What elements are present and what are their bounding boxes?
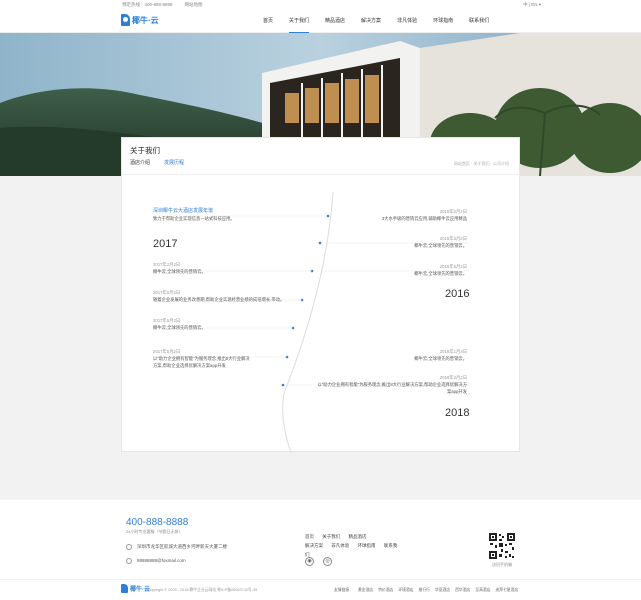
footer-hours: 24小时专业客服（节假日无休） [126,529,183,534]
timeline-event-right-4: 2018年1月3日 椰牛云,全球领先的营销云。 [347,348,467,362]
footer-link-solutions[interactable]: 解决方案 [305,543,323,548]
friend-links-label: 友情链接： [334,588,353,592]
event-text: 椰牛云,全球领先的营销云。 [414,243,467,248]
site-header: 椰牛·云 首页 关于我们 精品酒店 解决方案 非凡体验 环球指南 联系我们 [0,10,641,33]
footer-link-about[interactable]: 关于我们 [322,534,340,539]
logo-text: 椰牛·云 [132,15,159,25]
friend-link[interactable]: 西华酒店 [455,588,470,593]
email-text[interactable]: 88888888@foxmail.com [137,558,186,563]
nav-experience[interactable]: 非凡体验 [397,10,417,33]
location-icon [126,544,132,550]
year-2017: 2017 [153,238,178,250]
timeline-event-left-5: 2017年5月2日 以“助力企业拥有智能”为服务理念,推出8大行业解决方案,帮助… [153,348,253,369]
event-date: 2017年2月2日 [153,262,181,267]
friend-link[interactable]: 环境酒店 [398,588,413,593]
nav-contact[interactable]: 联系我们 [469,10,489,33]
weibo-icon[interactable]: ◉ [305,557,314,566]
nav-home[interactable]: 首页 [263,10,273,33]
tab-history[interactable]: 发展历程 [164,159,184,166]
footer-link-hotels[interactable]: 精品酒店 [349,534,367,539]
nav-guide[interactable]: 环球指南 [433,10,453,33]
event-text: 椰牛云,全球领先的营销云。 [153,325,206,330]
event-text: 致力于帮助企业实现信息一站式科技应用。 [153,216,235,221]
content-panel: 关于我们 酒店介绍 发展历程 网站首页 · 关于我们 · 公司介绍 深圳椰牛云大… [121,137,521,453]
timeline-event-left-2: 2017年2月2日 椰牛云,全球领先的营销云。 [153,261,283,275]
mail-icon [126,558,132,564]
wechat-icon[interactable]: ◎ [323,557,332,566]
logo-icon [121,584,128,593]
language-switch[interactable]: 中 | EN ▾ [523,2,541,8]
event-text: 以“助力企业拥有智能”为服务理念,推出8大行业解决方案,帮助企业选择优解决方案a… [317,382,467,394]
timeline-event-right-1: 2016年2月2日 3大水手级的营销云应用,辅助椰牛云应用精品 [347,208,467,222]
footer-address: 深圳市龙华区航城大道西乡河畔新天大厦二楼 [126,544,227,550]
event-text: 椰牛云,全球领先的营销云。 [414,356,467,361]
social-links: ◉ ◎ [305,557,341,566]
site-footer: 400-888-8888 24小时专业客服（节假日无休） 深圳市龙华区航城大道西… [0,500,641,579]
top-bar: 预定热线：400-888-8888 网站地图 中 | EN ▾ [0,0,641,10]
timeline-event-left-1: 深圳椰牛云大酒店发展年谱 致力于帮助企业实现信息一站式科技应用。 [153,208,273,222]
timeline-heading: 深圳椰牛云大酒店发展年谱 [153,208,214,214]
nav-about[interactable]: 关于我们 [289,10,310,33]
page-title: 关于我们 [130,146,160,155]
year-2016: 2016 [445,288,470,300]
footer-links: 首页 关于我们 精品酒店 解决方案 非凡体验 环球指南 联系我们 [305,532,405,559]
address-text: 深圳市龙华区航城大道西乡河畔新天大厦二楼 [137,544,227,550]
footer-phone: 400-888-8888 [126,517,189,528]
logo-icon [121,14,130,26]
friend-link[interactable]: 迪拜七星酒店 [496,588,519,593]
footer-logo[interactable]: 椰牛·云 [121,584,150,593]
timeline-event-right-5: 2018年2月2日 以“助力企业拥有智能”为服务理念,推出8大行业解决方案,帮助… [317,374,467,395]
event-date: 2016年5月2日 [439,264,467,269]
qr-code-image [489,533,515,559]
event-date: 2016年5月2日 [439,236,467,241]
footer-email: 88888888@foxmail.com [126,558,186,564]
timeline-event-right-2: 2016年5月2日 椰牛云,全球领先的营销云。 [347,235,467,249]
event-text: 椰牛云,全球领先的营销云。 [153,269,206,274]
event-date: 2017年5月2日 [153,349,181,354]
event-text: 椰牛云,全球领先的营销云。 [414,271,467,276]
event-text: 以“助力企业拥有智能”为服务理念,推出8大行业解决方案,帮助企业选择优解决方案a… [153,356,250,368]
event-text: 3大水手级的营销云应用,辅助椰牛云应用精品 [381,216,467,221]
site-logo[interactable]: 椰牛·云 [121,14,159,26]
timeline-event-left-4: 2017年5月2日 椰牛云,全球领先的营销云。 [153,317,283,331]
friend-link[interactable]: 至高酒店 [475,588,490,593]
event-text: 随着企业发展的业务改善期,帮助企业实现经营业绩的成倍增长,带动。 [153,297,285,302]
subnav-tabs: 酒店介绍 发展历程 [130,159,198,166]
main-nav: 首页 关于我们 精品酒店 解决方案 非凡体验 环球指南 联系我们 [263,10,505,33]
event-date: 2017年5月2日 [153,318,181,323]
qr-label: 访问手机端 [492,562,512,567]
friend-link[interactable]: 特价酒店 [378,588,393,593]
friend-links: 友情链接： 黄金酒店 特价酒店 环境酒店 推行行 华夏酒店 西华酒店 至高酒店 … [334,588,523,593]
footer-link-guide[interactable]: 环球指南 [358,543,376,548]
friend-link[interactable]: 华夏酒店 [435,588,450,593]
sitemap-link[interactable]: 网站地图 [185,2,203,7]
footer-link-experience[interactable]: 非凡体验 [331,543,349,548]
nav-solutions[interactable]: 解决方案 [361,10,381,33]
event-date: 2017年5月2日 [153,290,181,295]
breadcrumb: 网站首页 · 关于我们 · 公司介绍 [453,161,509,166]
timeline-event-right-3: 2016年5月2日 椰牛云,全球领先的营销云。 [347,263,467,277]
timeline-event-left-3: 2017年5月2日 随着企业发展的业务改善期,帮助企业实现经营业绩的成倍增长,带… [153,289,293,303]
bottom-bar: 椰牛·云 Copyright © 2009 - 2018 椰牛企业云网站 粤IC… [0,579,641,600]
event-date: 2018年1月3日 [439,349,467,354]
event-date: 2016年2月2日 [439,209,467,214]
event-date: 2018年2月2日 [439,375,467,380]
hotline-text: 预定热线：400-888-8888 [122,2,173,7]
year-2018: 2018 [445,407,470,419]
tab-hotel-intro[interactable]: 酒店介绍 [130,159,150,166]
friend-link[interactable]: 黄金酒店 [358,588,373,593]
nav-hotels[interactable]: 精品酒店 [325,10,345,33]
footer-link-home[interactable]: 首页 [305,534,314,539]
friend-link[interactable]: 推行行 [419,588,430,593]
copyright-text: Copyright © 2009 - 2018 椰牛企业云网站 粤ICP备090… [147,588,258,592]
